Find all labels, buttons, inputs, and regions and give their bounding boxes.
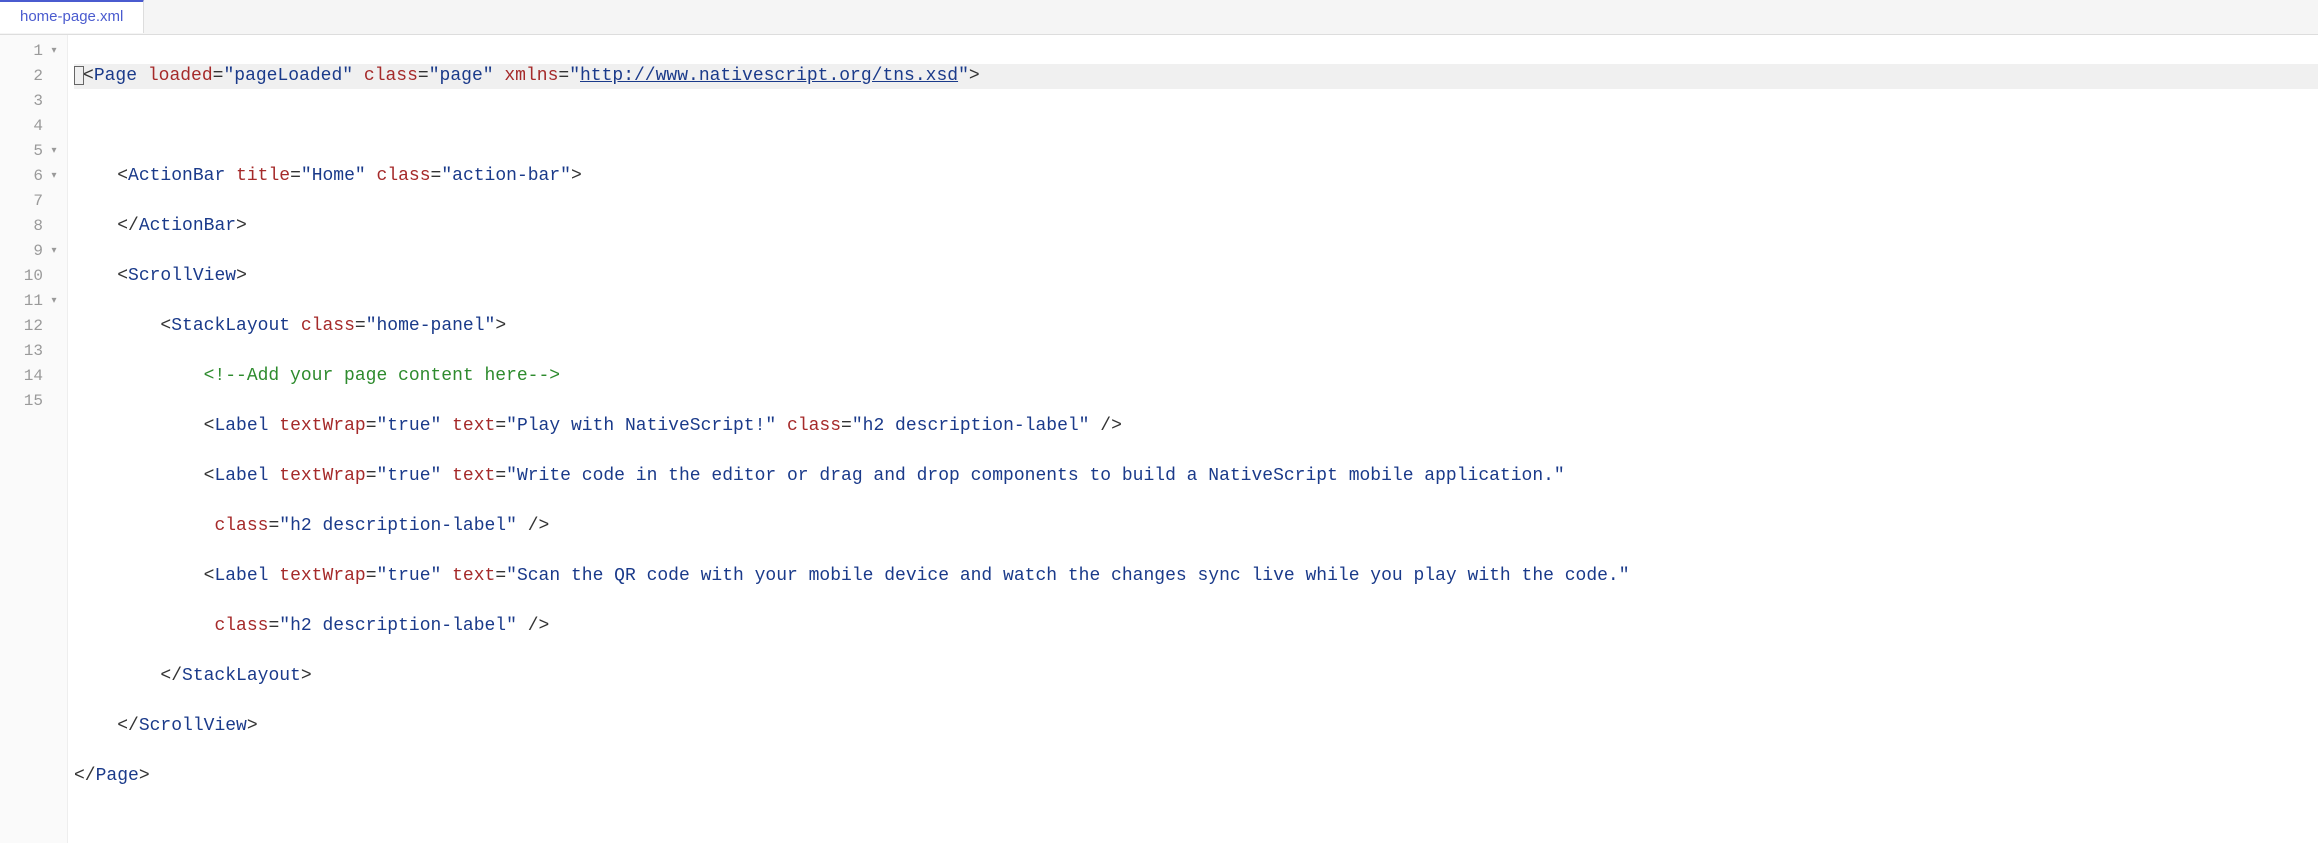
code-line[interactable]: class="h2 description-label" /> [74,514,2318,539]
line-number: 10 [17,264,43,289]
line-number: 9 [17,239,43,264]
code-line[interactable]: <Label textWrap="true" text="Play with N… [74,414,2318,439]
line-number: 4 [17,114,43,139]
fold-icon[interactable]: ▾ [49,289,59,314]
code-line[interactable]: <ActionBar title="Home" class="action-ba… [74,164,2318,189]
code-line[interactable]: class="h2 description-label" /> [74,614,2318,639]
code-line[interactable]: <StackLayout class="home-panel"> [74,314,2318,339]
fold-icon[interactable]: ▾ [49,164,59,189]
code-area: 1▾ 2 3 4 5▾ 6▾ 7 8 9▾ 10 11▾ 12 13 14 15… [0,35,2318,843]
code-line[interactable]: <ScrollView> [74,264,2318,289]
line-number: 15 [17,389,43,414]
tab-home-page-xml[interactable]: home-page.xml [0,0,144,33]
line-number: 11 [17,289,43,314]
fold-icon[interactable]: ▾ [49,39,59,64]
line-number: 2 [17,64,43,89]
code-line[interactable]: </Page> [74,764,2318,789]
line-number: 8 [17,214,43,239]
line-number: 6 [17,164,43,189]
code-editor: home-page.xml 1▾ 2 3 4 5▾ 6▾ 7 8 9▾ 10 1… [0,0,2318,843]
line-number: 14 [17,364,43,389]
code-line[interactable]: <Label textWrap="true" text="Scan the QR… [74,564,2318,589]
fold-icon[interactable]: ▾ [49,239,59,264]
code-content[interactable]: <Page loaded="pageLoaded" class="page" x… [68,35,2318,843]
code-line[interactable]: <Page loaded="pageLoaded" class="page" x… [74,64,2318,89]
line-number: 5 [17,139,43,164]
fold-icon[interactable]: ▾ [49,139,59,164]
code-line[interactable] [74,114,2318,139]
line-number: 12 [17,314,43,339]
code-line[interactable]: </ScrollView> [74,714,2318,739]
line-number: 3 [17,89,43,114]
line-gutter: 1▾ 2 3 4 5▾ 6▾ 7 8 9▾ 10 11▾ 12 13 14 15 [0,35,68,843]
code-line[interactable]: </StackLayout> [74,664,2318,689]
line-number: 1 [17,39,43,64]
line-number: 7 [17,189,43,214]
code-line[interactable]: </ActionBar> [74,214,2318,239]
line-number: 13 [17,339,43,364]
code-line[interactable]: <!--Add your page content here--> [74,364,2318,389]
code-line[interactable]: <Label textWrap="true" text="Write code … [74,464,2318,489]
tab-bar: home-page.xml [0,0,2318,35]
